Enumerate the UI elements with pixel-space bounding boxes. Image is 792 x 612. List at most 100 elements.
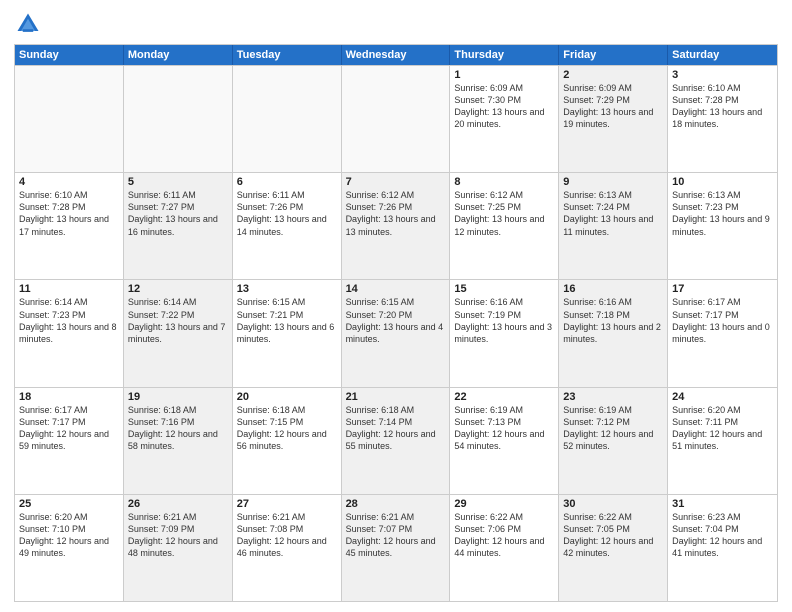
- day-number: 14: [346, 283, 446, 295]
- day-number: 3: [672, 69, 773, 81]
- cell-text: Sunrise: 6:16 AM Sunset: 7:18 PM Dayligh…: [563, 296, 663, 345]
- calendar-cell-r4c0: 25Sunrise: 6:20 AM Sunset: 7:10 PM Dayli…: [15, 495, 124, 601]
- cell-text: Sunrise: 6:13 AM Sunset: 7:23 PM Dayligh…: [672, 189, 773, 238]
- calendar-row-3: 18Sunrise: 6:17 AM Sunset: 7:17 PM Dayli…: [15, 387, 777, 494]
- day-number: 26: [128, 498, 228, 510]
- calendar-cell-r1c4: 8Sunrise: 6:12 AM Sunset: 7:25 PM Daylig…: [450, 173, 559, 279]
- cell-text: Sunrise: 6:13 AM Sunset: 7:24 PM Dayligh…: [563, 189, 663, 238]
- day-number: 2: [563, 69, 663, 81]
- cell-text: Sunrise: 6:22 AM Sunset: 7:06 PM Dayligh…: [454, 511, 554, 560]
- calendar-cell-r1c3: 7Sunrise: 6:12 AM Sunset: 7:26 PM Daylig…: [342, 173, 451, 279]
- calendar-cell-r2c3: 14Sunrise: 6:15 AM Sunset: 7:20 PM Dayli…: [342, 280, 451, 386]
- day-number: 11: [19, 283, 119, 295]
- header: [14, 10, 778, 38]
- weekday-header-thursday: Thursday: [450, 45, 559, 65]
- calendar-cell-r1c6: 10Sunrise: 6:13 AM Sunset: 7:23 PM Dayli…: [668, 173, 777, 279]
- day-number: 8: [454, 176, 554, 188]
- day-number: 22: [454, 391, 554, 403]
- cell-text: Sunrise: 6:15 AM Sunset: 7:21 PM Dayligh…: [237, 296, 337, 345]
- weekday-header-tuesday: Tuesday: [233, 45, 342, 65]
- calendar-row-4: 25Sunrise: 6:20 AM Sunset: 7:10 PM Dayli…: [15, 494, 777, 601]
- cell-text: Sunrise: 6:10 AM Sunset: 7:28 PM Dayligh…: [672, 82, 773, 131]
- calendar-cell-r0c6: 3Sunrise: 6:10 AM Sunset: 7:28 PM Daylig…: [668, 66, 777, 172]
- day-number: 28: [346, 498, 446, 510]
- cell-text: Sunrise: 6:19 AM Sunset: 7:13 PM Dayligh…: [454, 404, 554, 453]
- calendar-cell-r4c6: 31Sunrise: 6:23 AM Sunset: 7:04 PM Dayli…: [668, 495, 777, 601]
- calendar-cell-r2c1: 12Sunrise: 6:14 AM Sunset: 7:22 PM Dayli…: [124, 280, 233, 386]
- page: SundayMondayTuesdayWednesdayThursdayFrid…: [0, 0, 792, 612]
- cell-text: Sunrise: 6:23 AM Sunset: 7:04 PM Dayligh…: [672, 511, 773, 560]
- logo: [14, 10, 46, 38]
- calendar-row-2: 11Sunrise: 6:14 AM Sunset: 7:23 PM Dayli…: [15, 279, 777, 386]
- calendar-cell-r0c3: [342, 66, 451, 172]
- cell-text: Sunrise: 6:10 AM Sunset: 7:28 PM Dayligh…: [19, 189, 119, 238]
- cell-text: Sunrise: 6:17 AM Sunset: 7:17 PM Dayligh…: [672, 296, 773, 345]
- calendar-cell-r3c0: 18Sunrise: 6:17 AM Sunset: 7:17 PM Dayli…: [15, 388, 124, 494]
- cell-text: Sunrise: 6:16 AM Sunset: 7:19 PM Dayligh…: [454, 296, 554, 345]
- calendar-row-1: 4Sunrise: 6:10 AM Sunset: 7:28 PM Daylig…: [15, 172, 777, 279]
- calendar-cell-r0c0: [15, 66, 124, 172]
- day-number: 24: [672, 391, 773, 403]
- calendar-cell-r3c6: 24Sunrise: 6:20 AM Sunset: 7:11 PM Dayli…: [668, 388, 777, 494]
- cell-text: Sunrise: 6:14 AM Sunset: 7:23 PM Dayligh…: [19, 296, 119, 345]
- day-number: 16: [563, 283, 663, 295]
- calendar-cell-r4c4: 29Sunrise: 6:22 AM Sunset: 7:06 PM Dayli…: [450, 495, 559, 601]
- day-number: 18: [19, 391, 119, 403]
- calendar-cell-r3c3: 21Sunrise: 6:18 AM Sunset: 7:14 PM Dayli…: [342, 388, 451, 494]
- weekday-header-saturday: Saturday: [668, 45, 777, 65]
- calendar-cell-r2c2: 13Sunrise: 6:15 AM Sunset: 7:21 PM Dayli…: [233, 280, 342, 386]
- day-number: 21: [346, 391, 446, 403]
- calendar-cell-r3c5: 23Sunrise: 6:19 AM Sunset: 7:12 PM Dayli…: [559, 388, 668, 494]
- calendar-cell-r4c3: 28Sunrise: 6:21 AM Sunset: 7:07 PM Dayli…: [342, 495, 451, 601]
- calendar-cell-r0c2: [233, 66, 342, 172]
- day-number: 12: [128, 283, 228, 295]
- calendar-cell-r1c2: 6Sunrise: 6:11 AM Sunset: 7:26 PM Daylig…: [233, 173, 342, 279]
- cell-text: Sunrise: 6:22 AM Sunset: 7:05 PM Dayligh…: [563, 511, 663, 560]
- weekday-header-monday: Monday: [124, 45, 233, 65]
- cell-text: Sunrise: 6:14 AM Sunset: 7:22 PM Dayligh…: [128, 296, 228, 345]
- day-number: 5: [128, 176, 228, 188]
- day-number: 20: [237, 391, 337, 403]
- cell-text: Sunrise: 6:20 AM Sunset: 7:11 PM Dayligh…: [672, 404, 773, 453]
- day-number: 13: [237, 283, 337, 295]
- calendar-cell-r1c1: 5Sunrise: 6:11 AM Sunset: 7:27 PM Daylig…: [124, 173, 233, 279]
- cell-text: Sunrise: 6:09 AM Sunset: 7:29 PM Dayligh…: [563, 82, 663, 131]
- cell-text: Sunrise: 6:20 AM Sunset: 7:10 PM Dayligh…: [19, 511, 119, 560]
- calendar-cell-r1c0: 4Sunrise: 6:10 AM Sunset: 7:28 PM Daylig…: [15, 173, 124, 279]
- day-number: 7: [346, 176, 446, 188]
- calendar-cell-r2c0: 11Sunrise: 6:14 AM Sunset: 7:23 PM Dayli…: [15, 280, 124, 386]
- day-number: 15: [454, 283, 554, 295]
- weekday-header-sunday: Sunday: [15, 45, 124, 65]
- cell-text: Sunrise: 6:11 AM Sunset: 7:27 PM Dayligh…: [128, 189, 228, 238]
- day-number: 4: [19, 176, 119, 188]
- cell-text: Sunrise: 6:21 AM Sunset: 7:08 PM Dayligh…: [237, 511, 337, 560]
- calendar-cell-r2c5: 16Sunrise: 6:16 AM Sunset: 7:18 PM Dayli…: [559, 280, 668, 386]
- cell-text: Sunrise: 6:21 AM Sunset: 7:07 PM Dayligh…: [346, 511, 446, 560]
- day-number: 10: [672, 176, 773, 188]
- day-number: 31: [672, 498, 773, 510]
- day-number: 25: [19, 498, 119, 510]
- calendar-cell-r3c1: 19Sunrise: 6:18 AM Sunset: 7:16 PM Dayli…: [124, 388, 233, 494]
- weekday-header-wednesday: Wednesday: [342, 45, 451, 65]
- calendar: SundayMondayTuesdayWednesdayThursdayFrid…: [14, 44, 778, 602]
- cell-text: Sunrise: 6:18 AM Sunset: 7:14 PM Dayligh…: [346, 404, 446, 453]
- calendar-row-0: 1Sunrise: 6:09 AM Sunset: 7:30 PM Daylig…: [15, 65, 777, 172]
- logo-icon: [14, 10, 42, 38]
- day-number: 17: [672, 283, 773, 295]
- day-number: 1: [454, 69, 554, 81]
- day-number: 9: [563, 176, 663, 188]
- calendar-cell-r3c2: 20Sunrise: 6:18 AM Sunset: 7:15 PM Dayli…: [233, 388, 342, 494]
- cell-text: Sunrise: 6:18 AM Sunset: 7:15 PM Dayligh…: [237, 404, 337, 453]
- day-number: 27: [237, 498, 337, 510]
- calendar-cell-r2c4: 15Sunrise: 6:16 AM Sunset: 7:19 PM Dayli…: [450, 280, 559, 386]
- cell-text: Sunrise: 6:18 AM Sunset: 7:16 PM Dayligh…: [128, 404, 228, 453]
- cell-text: Sunrise: 6:19 AM Sunset: 7:12 PM Dayligh…: [563, 404, 663, 453]
- cell-text: Sunrise: 6:12 AM Sunset: 7:26 PM Dayligh…: [346, 189, 446, 238]
- calendar-cell-r0c1: [124, 66, 233, 172]
- calendar-cell-r4c5: 30Sunrise: 6:22 AM Sunset: 7:05 PM Dayli…: [559, 495, 668, 601]
- calendar-cell-r0c5: 2Sunrise: 6:09 AM Sunset: 7:29 PM Daylig…: [559, 66, 668, 172]
- day-number: 19: [128, 391, 228, 403]
- day-number: 30: [563, 498, 663, 510]
- weekday-header-friday: Friday: [559, 45, 668, 65]
- calendar-cell-r1c5: 9Sunrise: 6:13 AM Sunset: 7:24 PM Daylig…: [559, 173, 668, 279]
